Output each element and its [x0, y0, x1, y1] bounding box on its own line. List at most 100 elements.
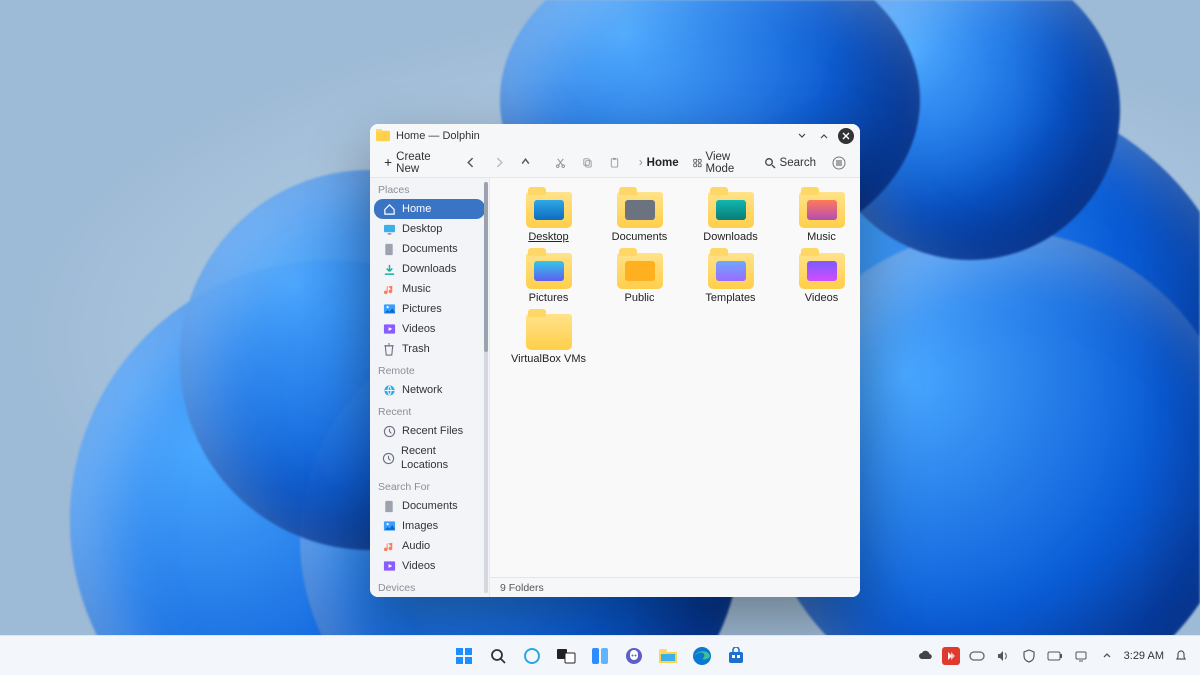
folder-item-pictures[interactable]: Pictures [506, 253, 591, 304]
paste-button[interactable] [603, 154, 626, 171]
sidebar-item-videos[interactable]: Videos [374, 556, 485, 576]
tray-security-icon[interactable] [1020, 647, 1038, 665]
tray-game-icon[interactable] [968, 647, 986, 665]
clock[interactable]: 3:29 AM [1124, 650, 1164, 662]
copy-button[interactable] [576, 154, 599, 171]
sidebar-section-header: Remote [370, 359, 489, 380]
hamburger-menu-button[interactable] [826, 153, 852, 173]
sidebar-item-label: Documents [402, 499, 458, 513]
titlebar[interactable]: Home — Dolphin [370, 124, 860, 148]
folder-label: Downloads [703, 231, 757, 243]
sidebar-item-documents[interactable]: Documents [374, 239, 485, 259]
sidebar-item-label: Downloads [402, 262, 456, 276]
taskbar-start-icon[interactable] [450, 642, 478, 670]
taskbar-search-icon[interactable] [484, 642, 512, 670]
window-close-button[interactable] [838, 128, 854, 144]
sidebar-item-images[interactable]: Images [374, 516, 485, 536]
view-mode-button[interactable]: View Mode [687, 148, 754, 178]
sidebar-item-label: Videos [402, 322, 435, 336]
sidebar-item-label: Desktop [402, 222, 442, 236]
trash-icon [382, 343, 396, 355]
sidebar-item-documents[interactable]: Documents [374, 496, 485, 516]
sidebar-item-label: Pictures [402, 302, 442, 316]
folder-label: Music [807, 231, 836, 243]
downloads-icon [382, 263, 396, 275]
sidebar-item-label: Images [402, 519, 438, 533]
folder-icon [617, 192, 663, 228]
taskbar-widgets-icon[interactable] [586, 642, 614, 670]
videos-icon [382, 560, 396, 572]
sidebar-item-desktop[interactable]: Desktop [374, 219, 485, 239]
folder-icon [526, 192, 572, 228]
tray-anydesk-icon[interactable] [942, 647, 960, 665]
sidebar-section-header: Devices [370, 576, 489, 597]
nav-up-button[interactable] [514, 154, 537, 171]
sidebar-item-network[interactable]: Network [374, 380, 485, 400]
tray-network-icon[interactable] [1072, 647, 1090, 665]
folder-label: Documents [612, 231, 668, 243]
breadcrumb[interactable]: Home [647, 157, 679, 169]
toolbar: Create New › Home View Mode Search [370, 148, 860, 178]
sidebar-item-music[interactable]: Music [374, 279, 485, 299]
sidebar-item-label: Recent Files [402, 424, 463, 438]
window-minimize-button[interactable] [794, 128, 810, 144]
tray-cloud-icon[interactable] [916, 647, 934, 665]
tray-volume-icon[interactable] [994, 647, 1012, 665]
taskbar-files-icon[interactable] [654, 642, 682, 670]
nav-forward-button[interactable] [487, 154, 510, 171]
sidebar-item-downloads[interactable]: Downloads [374, 259, 485, 279]
folder-label: Pictures [529, 292, 569, 304]
sidebar-item-home[interactable]: Home [374, 199, 485, 219]
breadcrumb-sep-icon: › [639, 157, 643, 169]
folder-item-music[interactable]: Music [779, 192, 860, 243]
videos-icon [382, 323, 396, 335]
app-icon [376, 129, 390, 143]
pictures-icon [382, 520, 396, 532]
taskbar-store-icon[interactable] [722, 642, 750, 670]
create-new-button[interactable]: Create New [378, 148, 447, 178]
tray-battery-icon[interactable] [1046, 647, 1064, 665]
folder-item-virtualbox-vms[interactable]: VirtualBox VMs [506, 314, 591, 365]
sidebar-section-header: Places [370, 178, 489, 199]
sidebar-item-label: Videos [402, 559, 435, 573]
cut-button[interactable] [549, 154, 572, 171]
sidebar-scrollbar-thumb[interactable] [484, 182, 488, 352]
file-view[interactable]: Desktop Documents Downloads Music Pictures Pu… [490, 178, 860, 597]
sidebar-item-label: Home [402, 202, 431, 216]
sidebar-item-audio[interactable]: Audio [374, 536, 485, 556]
taskbar-chat-icon[interactable] [620, 642, 648, 670]
search-button[interactable]: Search [758, 154, 822, 172]
notifications-icon[interactable] [1172, 647, 1190, 665]
taskbar-assistant-icon[interactable] [518, 642, 546, 670]
sidebar-section-header: Search For [370, 475, 489, 496]
window-title: Home — Dolphin [396, 130, 480, 142]
taskbar-desktops-icon[interactable] [552, 642, 580, 670]
sidebar-section-header: Recent [370, 400, 489, 421]
sidebar-item-label: Recent Locations [401, 444, 477, 472]
sidebar-item-recent-files[interactable]: Recent Files [374, 421, 485, 441]
folder-item-public[interactable]: Public [597, 253, 682, 304]
folder-icon [799, 253, 845, 289]
folder-item-desktop[interactable]: Desktop [506, 192, 591, 243]
folder-label: Desktop [528, 231, 568, 243]
sidebar-item-trash[interactable]: Trash [374, 339, 485, 359]
sidebar-item-videos[interactable]: Videos [374, 319, 485, 339]
folder-label: Public [625, 292, 655, 304]
folder-item-videos[interactable]: Videos [779, 253, 860, 304]
folder-item-downloads[interactable]: Downloads [688, 192, 773, 243]
nav-back-button[interactable] [460, 154, 483, 171]
sidebar-item-pictures[interactable]: Pictures [374, 299, 485, 319]
sidebar-item-recent-locations[interactable]: Recent Locations [374, 441, 485, 475]
status-text: 9 Folders [500, 582, 544, 594]
taskbar-edge-icon[interactable] [688, 642, 716, 670]
folder-icon [617, 253, 663, 289]
window-maximize-button[interactable] [816, 128, 832, 144]
tray-chevron-icon[interactable] [1098, 647, 1116, 665]
folder-item-documents[interactable]: Documents [597, 192, 682, 243]
taskbar: 3:29 AM [0, 635, 1200, 675]
recent-icon [382, 452, 395, 464]
folder-icon [799, 192, 845, 228]
documents-icon [382, 243, 396, 255]
folder-item-templates[interactable]: Templates [688, 253, 773, 304]
home-icon [382, 203, 396, 215]
